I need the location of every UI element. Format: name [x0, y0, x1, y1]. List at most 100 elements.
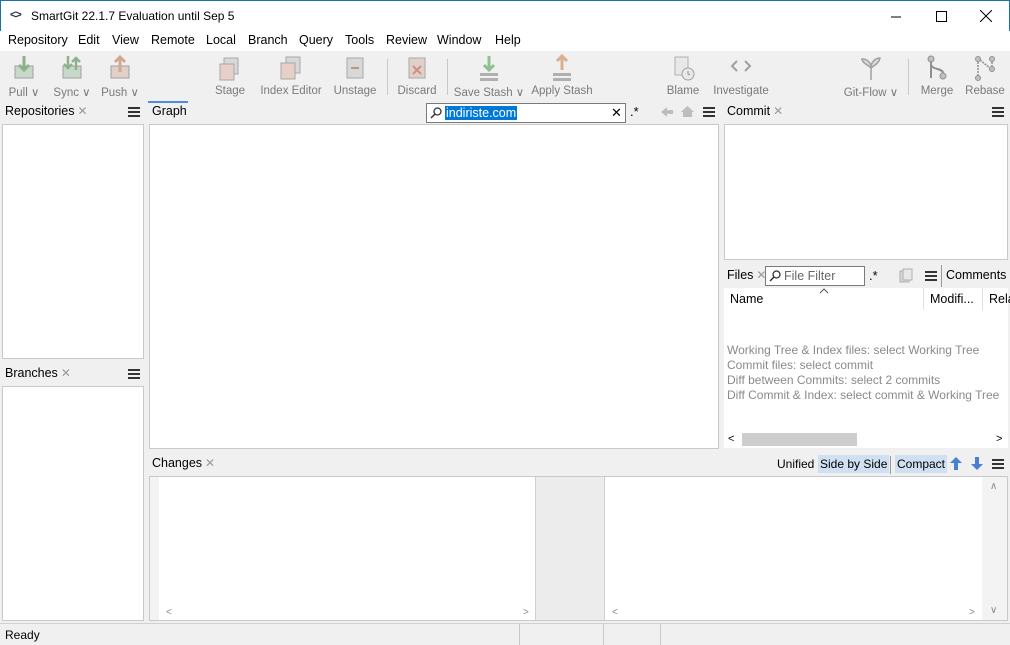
branches-menu-icon[interactable]: [128, 369, 140, 379]
save-stash-button[interactable]: Save Stash ∨: [454, 51, 524, 99]
menu-repository[interactable]: Repository: [8, 33, 68, 47]
search-icon: [769, 270, 781, 282]
menu-branch[interactable]: Branch: [248, 33, 288, 47]
close-button[interactable]: [963, 1, 1009, 31]
minimize-icon: [890, 16, 901, 17]
scroll-right-icon[interactable]: >: [969, 607, 975, 618]
changes-tab[interactable]: Changes ✕: [152, 456, 215, 470]
unified-toggle[interactable]: Unified: [777, 457, 814, 471]
maximize-icon: [935, 10, 947, 22]
menu-bar: Repository Edit View Remote Local Branch…: [0, 31, 1010, 51]
push-button[interactable]: Push ∨: [99, 51, 141, 99]
compact-toggle[interactable]: Compact: [895, 455, 948, 473]
next-change-icon[interactable]: [970, 456, 984, 471]
close-icon[interactable]: ✕: [77, 104, 87, 118]
sync-icon: [62, 56, 82, 79]
commit-menu-icon[interactable]: [992, 107, 1004, 117]
files-tab[interactable]: Files ✕: [727, 268, 766, 282]
arrow-left-icon[interactable]: [660, 106, 674, 118]
files-menu-icon[interactable]: [925, 271, 937, 281]
graph-tab-indicator: [148, 101, 188, 103]
column-header-modified[interactable]: Modifi...: [930, 292, 974, 306]
files-regex-toggle[interactable]: .*: [869, 268, 878, 283]
file-filter-input[interactable]: File Filter: [765, 266, 865, 286]
graph-tab[interactable]: Graph: [152, 104, 187, 118]
maximize-button[interactable]: [918, 1, 964, 31]
graph-view[interactable]: [149, 124, 719, 449]
graph-menu-icon[interactable]: [703, 107, 715, 117]
app-icon: <>: [10, 9, 22, 21]
menu-help[interactable]: Help: [495, 33, 521, 47]
minimize-button[interactable]: [873, 1, 919, 31]
menu-review[interactable]: Review: [386, 33, 427, 47]
pull-button[interactable]: Pull ∨: [4, 51, 44, 99]
blame-icon: [674, 56, 695, 81]
files-hint: Diff Commit & Index: select commit & Wor…: [727, 388, 1000, 402]
copy-icon[interactable]: [899, 268, 913, 283]
menu-window[interactable]: Window: [437, 33, 481, 47]
toolbar: Pull ∨ Sync ∨ Push ∨ Stage Index Editor …: [0, 51, 1010, 101]
previous-change-icon[interactable]: [949, 456, 963, 471]
repositories-tab[interactable]: Repositories ✕: [5, 104, 88, 118]
files-hint: Diff between Commits: select 2 commits: [727, 373, 941, 387]
scroll-left-icon[interactable]: <: [166, 607, 172, 618]
close-icon[interactable]: ✕: [205, 456, 215, 470]
branches-tab[interactable]: Branches ✕: [5, 366, 71, 380]
clear-search-icon[interactable]: ✕: [611, 105, 622, 121]
files-hint: Working Tree & Index files: select Worki…: [727, 343, 980, 357]
pull-icon: [14, 56, 34, 79]
home-icon[interactable]: [680, 105, 695, 118]
toolbar-separator: [908, 59, 909, 95]
files-horizontal-scrollbar[interactable]: [742, 433, 857, 446]
stage-button[interactable]: Stage: [210, 51, 250, 99]
sync-button[interactable]: Sync ∨: [52, 51, 92, 99]
comments-tab[interactable]: Comments: [946, 268, 1006, 282]
push-icon: [110, 54, 130, 79]
close-icon[interactable]: ✕: [61, 366, 71, 380]
column-header-relative[interactable]: Rela: [989, 292, 1010, 306]
unstage-button[interactable]: Unstage: [331, 51, 379, 99]
repositories-list[interactable]: [2, 124, 144, 359]
side-by-side-toggle[interactable]: Side by Side: [818, 455, 890, 473]
graph-search-input[interactable]: indiriste.com ✕: [426, 103, 626, 123]
git-flow-button[interactable]: Git-Flow ∨: [842, 51, 900, 99]
index-editor-button[interactable]: Index Editor: [258, 51, 324, 99]
menu-tools[interactable]: Tools: [345, 33, 374, 47]
right-diff-pane[interactable]: [606, 477, 981, 620]
scroll-right-icon[interactable]: >: [996, 433, 1002, 445]
blame-button[interactable]: Blame: [662, 51, 704, 99]
scroll-up-icon[interactable]: ∧: [990, 481, 997, 492]
discard-icon: [408, 57, 426, 79]
unstage-icon: [346, 57, 364, 79]
sort-asc-icon: [819, 288, 829, 294]
merge-button[interactable]: Merge: [917, 51, 957, 99]
divider: [941, 265, 942, 287]
menu-local[interactable]: Local: [206, 33, 236, 47]
menu-remote[interactable]: Remote: [151, 33, 195, 47]
discard-button[interactable]: Discard: [396, 51, 438, 99]
scroll-down-icon[interactable]: ∨: [990, 605, 997, 616]
menu-view[interactable]: View: [112, 33, 139, 47]
commit-tab[interactable]: Commit ✕: [727, 104, 783, 118]
graph-regex-toggle[interactable]: .*: [630, 104, 639, 119]
branches-list[interactable]: [2, 386, 144, 621]
repositories-menu-icon[interactable]: [128, 107, 140, 117]
menu-edit[interactable]: Edit: [78, 33, 100, 47]
rebase-button[interactable]: Rebase: [963, 51, 1007, 99]
toolbar-separator: [387, 59, 388, 95]
menu-query[interactable]: Query: [299, 33, 333, 47]
branches-label: Branches: [5, 366, 58, 380]
close-icon: [980, 10, 992, 22]
investigate-button[interactable]: Investigate: [711, 51, 771, 99]
apply-stash-button[interactable]: Apply Stash: [529, 51, 595, 99]
scroll-right-icon[interactable]: >: [523, 607, 529, 618]
scroll-left-icon[interactable]: <: [612, 607, 618, 618]
scroll-left-icon[interactable]: <: [728, 433, 734, 445]
changes-vertical-scrollbar[interactable]: ∧ ∨: [982, 477, 1007, 620]
left-diff-pane[interactable]: [159, 477, 534, 620]
rebase-icon: [975, 56, 995, 81]
commit-view[interactable]: [724, 124, 1008, 260]
column-header-name[interactable]: Name: [730, 292, 763, 306]
close-icon[interactable]: ✕: [773, 104, 783, 118]
changes-menu-icon[interactable]: [992, 459, 1004, 469]
